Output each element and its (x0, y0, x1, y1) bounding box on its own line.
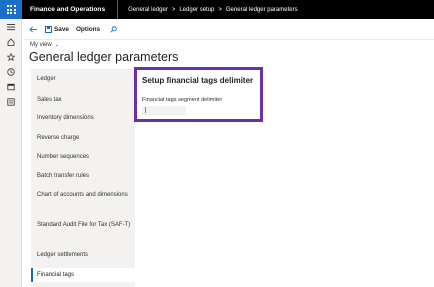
tab-saf-t[interactable]: Standard Audit File for Tax (SAF-T) (31, 220, 131, 231)
tab-batch-transfer-rules[interactable]: Batch transfer rules (31, 171, 135, 182)
save-label: Save (54, 25, 69, 33)
breadcrumb-item-ledger-setup[interactable]: Ledger setup (179, 7, 214, 13)
tab-inventory-dimensions[interactable]: Inventory dimensions (31, 113, 135, 124)
breadcrumb-separator: > (218, 6, 222, 13)
options-button[interactable]: Options (76, 26, 100, 33)
chevron-down-icon: ⌄ (54, 42, 59, 48)
page-title: General ledger parameters (29, 50, 179, 64)
save-button[interactable]: Save (45, 25, 69, 33)
waffle-icon (6, 5, 16, 14)
breadcrumb-item-general-ledger[interactable]: General ledger (128, 7, 168, 13)
search-icon (110, 26, 117, 33)
tab-reverse-charge[interactable]: Reverse charge (31, 133, 135, 144)
app-title: Finance and Operations (30, 6, 106, 13)
search-button[interactable] (110, 20, 117, 38)
parameters-tab-list: Ledger Sales tax Inventory dimensions Re… (31, 69, 135, 287)
back-button[interactable] (29, 20, 39, 38)
segment-delimiter-label: Financial tags segment delimiter (142, 97, 223, 103)
tab-ledger-settlements[interactable]: Ledger settlements (31, 250, 135, 261)
breadcrumb-separator: > (171, 6, 176, 13)
tab-number-sequences[interactable]: Number sequences (31, 152, 135, 163)
financial-tags-section: Setup financial tags delimiter Financial… (134, 67, 263, 122)
breadcrumb-item-current[interactable]: General ledger parameters (226, 7, 298, 13)
list-icon[interactable] (0, 94, 22, 109)
app-launcher-button[interactable] (0, 0, 22, 19)
action-pane: Save Options (23, 19, 434, 40)
workspace-icon[interactable] (0, 79, 22, 94)
segment-delimiter-field[interactable] (142, 106, 186, 115)
tab-sales-tax[interactable]: Sales tax (31, 95, 135, 106)
view-label: My view (30, 42, 52, 48)
view-selector[interactable]: My view ⌄ (30, 42, 59, 48)
top-bar: Finance and Operations General ledger > … (0, 0, 434, 19)
tab-financial-tags[interactable]: Financial tags (31, 268, 135, 282)
back-arrow-icon (29, 26, 37, 33)
breadcrumb: General ledger > Ledger setup > General … (117, 0, 298, 19)
navigation-pane (0, 19, 22, 287)
section-title: Setup financial tags delimiter (142, 76, 254, 85)
save-icon (45, 25, 52, 33)
tab-ledger[interactable]: Ledger (31, 74, 135, 85)
text-caret (145, 107, 146, 113)
star-icon[interactable] (0, 49, 22, 64)
menu-icon[interactable] (0, 19, 22, 34)
home-icon[interactable] (0, 34, 22, 49)
tab-chart-of-accounts[interactable]: Chart of accounts and dimensions (31, 190, 131, 201)
clock-icon[interactable] (0, 64, 22, 79)
